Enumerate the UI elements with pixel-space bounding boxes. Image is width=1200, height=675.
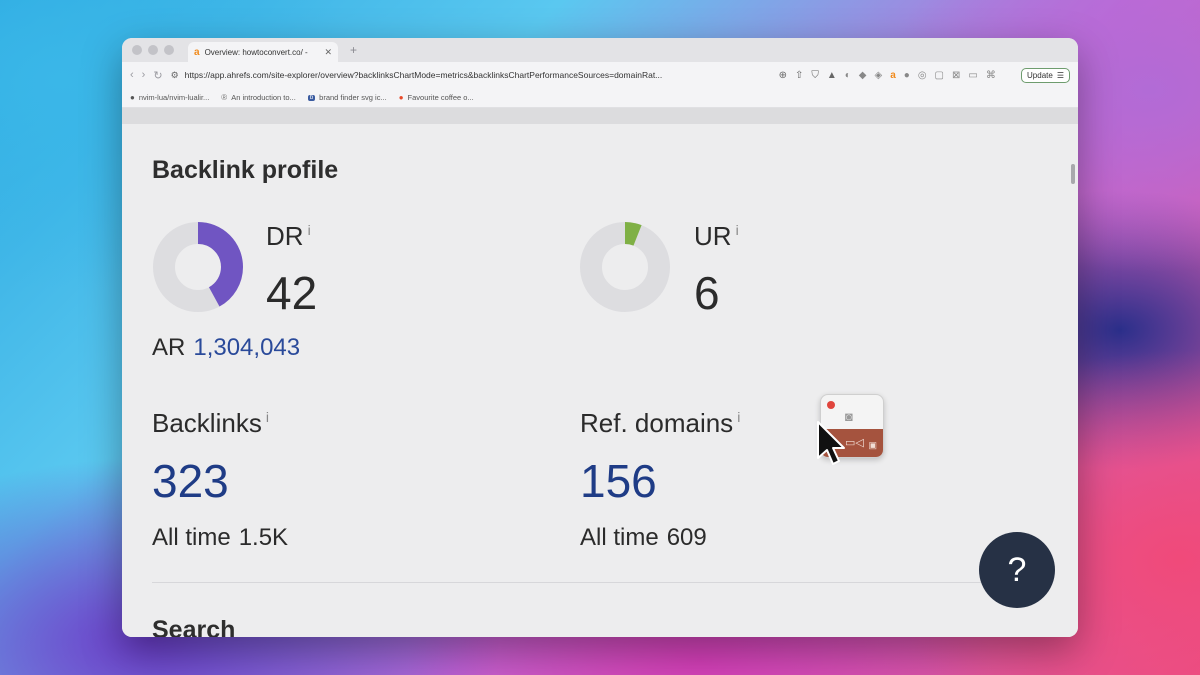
brave-shield-icon[interactable]: ⛉ (811, 70, 819, 81)
record-indicator-icon[interactable] (827, 401, 835, 409)
extension-icon[interactable]: ⊠ (952, 70, 960, 81)
ref-domains-label-text: Ref. domains (580, 408, 734, 438)
extensions-bar: ◐ ◆ ◈ a ● ◎ ▢ ⊠ ▭ ⌘ (845, 70, 996, 81)
new-tab-button[interactable]: + (350, 43, 357, 57)
bookmark-label: nvim-lua/nvim-lualir... (138, 93, 210, 102)
dr-label: DR i (266, 221, 311, 252)
ar-row: AR 1,304,043 (152, 334, 300, 362)
address-bar[interactable]: ⚙ https://app.ahrefs.com/site-explorer/o… (171, 66, 771, 84)
all-time-label: All time (152, 524, 231, 551)
browser-window: a Overview: howtoconvert.co/ - ✕ + ‹ › ↻… (122, 38, 1078, 637)
extension-icon[interactable]: ▢ (935, 70, 944, 81)
sidebar-icon[interactable]: ▭ (968, 70, 977, 81)
github-icon: ● (130, 93, 135, 102)
bookmark-item[interactable]: ● Favourite coffee o... (399, 93, 474, 102)
extension-icon[interactable]: ● (904, 70, 910, 81)
all-time-value[interactable]: 1.5K (239, 524, 288, 551)
ref-domains-all-time: All time 609 (580, 524, 707, 552)
backlink-profile-heading: Backlink profile (152, 156, 339, 184)
bookmark-label: brand finder svg ic... (319, 93, 387, 102)
backlinks-value[interactable]: 323 (152, 454, 229, 508)
ur-value: 6 (694, 267, 720, 319)
update-button[interactable]: Update ☰ (1021, 67, 1070, 83)
dr-info-icon[interactable]: i (308, 222, 311, 238)
tab-title: Overview: howtoconvert.co/ - (204, 47, 308, 57)
section-divider (152, 582, 982, 583)
backlinks-label: Backlinks i (152, 408, 269, 439)
zoom-icon[interactable]: ⊕ (779, 70, 787, 81)
ref-domains-value[interactable]: 156 (580, 454, 657, 508)
ref-domains-label: Ref. domains i (580, 408, 740, 439)
ur-donut-chart (580, 222, 670, 312)
content-top-band (122, 108, 1078, 124)
reload-icon[interactable]: ↻ (153, 69, 162, 82)
window-controls (132, 45, 174, 55)
ur-ring-track (580, 222, 670, 312)
vpn-icon[interactable]: ⌘ (986, 70, 996, 81)
extension-icon[interactable]: ◆ (859, 70, 867, 81)
backlinks-all-time: All time 1.5K (152, 524, 288, 552)
tab-strip: a Overview: howtoconvert.co/ - ✕ + (122, 38, 1078, 62)
bookmarks-bar: ● nvim-lua/nvim-lualir... ® An introduct… (122, 88, 1078, 108)
ur-label: UR i (694, 221, 739, 252)
ahrefs-extension-icon[interactable]: a (890, 70, 896, 81)
ar-label: AR (152, 334, 186, 361)
update-label: Update (1027, 70, 1053, 80)
extension-icon[interactable]: ◐ (845, 70, 851, 81)
maximize-window-button[interactable] (164, 45, 174, 55)
mouse-cursor-icon (817, 421, 845, 465)
brave-rewards-icon[interactable]: ▲ (827, 70, 837, 81)
scrollbar-thumb[interactable] (1071, 164, 1075, 184)
menu-icon: ☰ (1056, 70, 1064, 80)
browser-toolbar: ‹ › ↻ ⚙ https://app.ahrefs.com/site-expl… (122, 62, 1078, 88)
camera-icon[interactable]: ◙ (845, 409, 853, 424)
dr-value: 42 (266, 267, 318, 319)
bookmark-item[interactable]: ® An introduction to... (221, 93, 296, 102)
ur-label-text: UR (694, 221, 732, 251)
tab-overview[interactable]: a Overview: howtoconvert.co/ - ✕ (188, 42, 338, 62)
all-time-label: All time (580, 524, 659, 551)
forward-icon[interactable]: › (142, 69, 146, 81)
share-icon[interactable]: ⇧ (795, 70, 803, 81)
backlinks-info-icon[interactable]: i (266, 409, 269, 425)
tab-close-icon[interactable]: ✕ (324, 47, 332, 58)
extension-icon[interactable]: ◎ (918, 70, 927, 81)
back-icon[interactable]: ‹ (130, 69, 134, 81)
ur-info-icon[interactable]: i (736, 222, 739, 238)
page-content: Backlink profile DR i 42 AR 1,304,043 UR i … (122, 108, 1078, 637)
ar-value[interactable]: 1,304,043 (193, 334, 300, 361)
minimize-window-button[interactable] (148, 45, 158, 55)
extension-icon[interactable]: ◈ (875, 70, 883, 81)
bookmark-label: An introduction to... (231, 93, 296, 102)
search-heading: Search (152, 616, 236, 637)
b-icon: b (307, 94, 316, 101)
ref-domains-info-icon[interactable]: i (737, 409, 740, 425)
url-text: https://app.ahrefs.com/site-explorer/ove… (184, 70, 663, 80)
backlinks-label-text: Backlinks (152, 408, 262, 438)
help-button[interactable]: ? (979, 532, 1055, 608)
ahrefs-favicon-icon: a (194, 46, 200, 58)
dr-label-text: DR (266, 221, 304, 251)
folder-icon[interactable]: ▣ (868, 440, 877, 451)
close-window-button[interactable] (132, 45, 142, 55)
site-settings-icon[interactable]: ⚙ (171, 70, 179, 81)
bookmark-label: Favourite coffee o... (407, 93, 474, 102)
bookmark-item[interactable]: b brand finder svg ic... (307, 93, 387, 102)
bookmark-item[interactable]: ● nvim-lua/nvim-lualir... (130, 93, 209, 102)
video-icon[interactable]: ▭◁ (845, 436, 864, 449)
r-icon: ® (221, 93, 228, 102)
dr-donut-chart (153, 222, 243, 312)
coffee-icon: ● (398, 93, 404, 102)
all-time-value[interactable]: 609 (667, 524, 707, 551)
